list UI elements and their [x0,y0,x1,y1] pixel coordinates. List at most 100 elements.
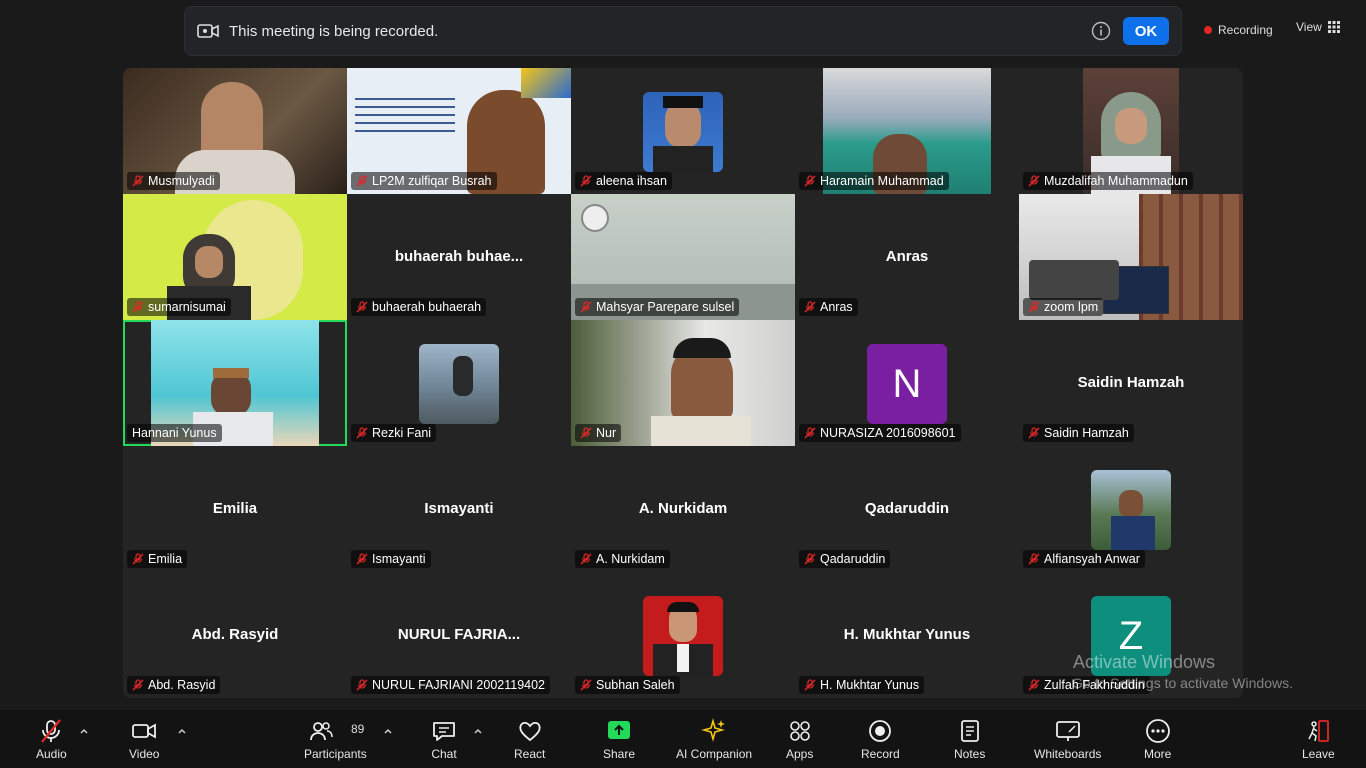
record-button[interactable]: Record [861,718,900,761]
record-label: Record [861,747,900,761]
participant-name-label: Rezki Fani [351,424,437,442]
video-options-chevron-up-icon[interactable] [177,726,187,736]
participant-display-name: NURUL FAJRIA... [397,626,521,643]
participant-tile[interactable]: A. Nurkidam A. Nurkidam [571,446,795,572]
mic-muted-icon [580,301,592,313]
share-label: Share [603,747,636,761]
participant-tile[interactable]: Hannani Yunus [123,320,347,446]
participant-tile[interactable]: buhaerah buhae... buhaerah buhaerah [347,194,571,320]
participant-tile[interactable]: Anras Anras [795,194,1019,320]
apps-button[interactable]: Apps [786,718,813,761]
watermark-title: Activate Windows [1073,652,1216,672]
participant-tile[interactable]: N NURASIZA 2016098601 [795,320,1019,446]
react-button[interactable]: React [514,718,545,761]
participant-tile[interactable]: Saidin Hamzah Saidin Hamzah [1019,320,1243,446]
participant-name-label: aleena ihsan [575,172,672,190]
participant-tile[interactable]: Emilia Emilia [123,446,347,572]
video-button[interactable]: Video [129,718,159,761]
chat-bubble-icon [433,722,455,741]
participant-name: zoom lpm [1044,300,1099,314]
notes-icon [960,720,979,742]
view-label: View [1296,20,1322,34]
participant-name: LP2M zulfiqar Busrah [372,174,492,188]
participant-tile[interactable]: H. Mukhtar Yunus H. Mukhtar Yunus [795,572,1019,698]
leave-label: Leave [1302,747,1335,761]
participant-name-label: Abd. Rasyid [127,676,221,694]
participant-display-name: Anras [885,248,929,265]
participant-name-label: LP2M zulfiqar Busrah [351,172,497,190]
info-icon[interactable] [1091,21,1111,41]
participant-tile[interactable]: Rezki Fani [347,320,571,446]
participant-name: sumarnisumai [148,300,226,314]
audio-label: Audio [36,747,67,761]
participant-name: buhaerah buhaerah [372,300,482,314]
participant-display-name: Saidin Hamzah [1077,374,1185,391]
participant-tile[interactable]: NURUL FAJRIA... NURUL FAJRIANI 2002119402 [347,572,571,698]
apps-icon [789,721,810,741]
leave-button[interactable]: Leave [1302,718,1335,761]
chat-button[interactable]: Chat [431,718,457,761]
leave-door-icon [1308,720,1330,742]
participant-tile[interactable]: LP2M zulfiqar Busrah [347,68,571,194]
participant-display-name: Qadaruddin [864,500,950,517]
participant-tile[interactable]: zoom lpm [1019,194,1243,320]
whiteboard-icon [1055,721,1080,741]
more-button[interactable]: More [1144,718,1171,761]
audio-options-chevron-up-icon[interactable] [79,726,89,736]
participant-tile[interactable]: aleena ihsan [571,68,795,194]
participant-name-label: sumarnisumai [127,298,231,316]
participant-name-label: Muzdalifah Muhammadun [1023,172,1193,190]
participant-tile[interactable]: Qadaruddin Qadaruddin [795,446,1019,572]
gallery-grid: Musmulyadi LP2M zulfiqar Busrah aleena ihs… [123,68,1243,698]
mic-muted-icon [132,679,144,691]
audio-button[interactable]: Audio [36,718,67,761]
recording-banner: This meeting is being recorded. OK [184,6,1182,56]
participant-name-label: NURASIZA 2016098601 [799,424,961,442]
participant-tile[interactable]: sumarnisumai [123,194,347,320]
mic-muted-icon [804,679,816,691]
chat-options-chevron-up-icon[interactable] [473,726,483,736]
whiteboards-button[interactable]: Whiteboards [1034,718,1101,761]
participant-tile[interactable]: Haramain Muhammad [795,68,1019,194]
mic-muted-icon [356,553,368,565]
participant-name-label: Nur [575,424,622,442]
grid-icon [1327,21,1340,33]
participant-name: A. Nurkidam [596,552,665,566]
view-button[interactable]: View [1296,20,1340,34]
ok-button[interactable]: OK [1123,17,1169,45]
participant-tile[interactable]: Muzdalifah Muhammadun [1019,68,1243,194]
participant-name-label: A. Nurkidam [575,550,670,568]
video-camera-icon [197,24,219,38]
participant-tile[interactable]: Nur [571,320,795,446]
share-screen-icon [608,721,631,739]
ai-companion-button[interactable]: AI Companion [676,718,752,761]
sparkle-icon [701,718,726,742]
participant-display-name: buhaerah buhae... [394,248,524,265]
participant-tile[interactable]: Ismayanti Ismayanti [347,446,571,572]
recording-indicator[interactable]: Recording [1192,18,1282,42]
participant-name: Haramain Muhammad [820,174,944,188]
mic-muted-icon [132,175,144,187]
participant-tile[interactable]: Alfiansyah Anwar [1019,446,1243,572]
windows-activation-watermark: Activate Windows Go to Settings to activ… [1072,652,1293,691]
participant-name-label: Alfiansyah Anwar [1023,550,1145,568]
mic-muted-icon [132,553,144,565]
chat-label: Chat [431,747,457,761]
mic-muted-icon [1028,301,1040,313]
share-button[interactable]: Share [603,718,635,761]
ai-companion-label: AI Companion [676,747,753,761]
participant-tile[interactable]: Abd. Rasyid Abd. Rasyid [123,572,347,698]
participant-name: Mahsyar Parepare sulsel [596,300,735,314]
mic-muted-icon [580,679,592,691]
apps-label: Apps [786,747,814,761]
notes-button[interactable]: Notes [954,718,985,761]
mic-muted-icon [356,679,368,691]
participant-tile[interactable]: Mahsyar Parepare sulsel [571,194,795,320]
participants-count-badge: 89 [351,722,365,736]
participant-tile[interactable]: Subhan Saleh [571,572,795,698]
participants-options-chevron-up-icon[interactable] [383,726,393,736]
participant-display-name: Emilia [212,500,258,517]
participant-tile[interactable]: Musmulyadi [123,68,347,194]
mic-muted-icon [356,427,368,439]
participant-name-label: Hannani Yunus [127,424,222,442]
